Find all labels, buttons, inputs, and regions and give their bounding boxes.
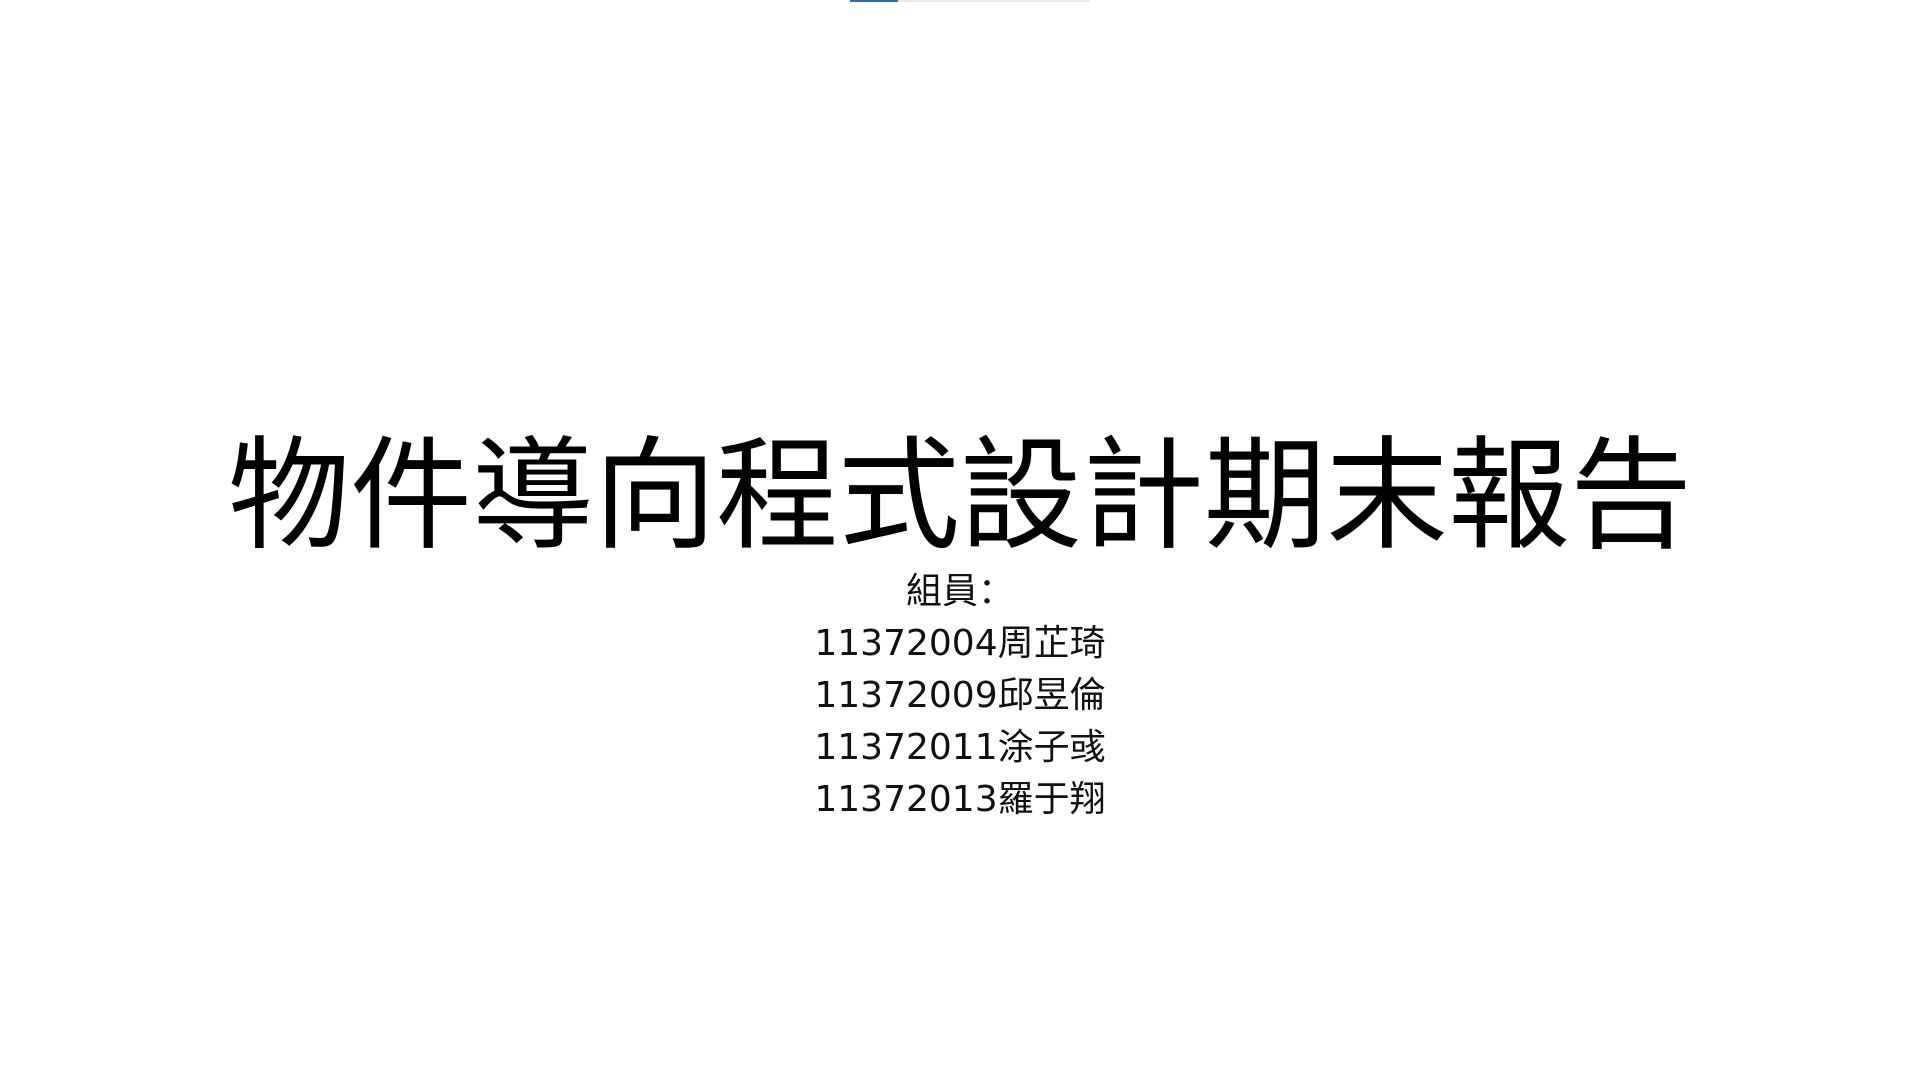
member-line: 11372011涂子彧	[814, 727, 1106, 768]
slide-title: 物件導向程式設計期末報告	[228, 425, 1692, 567]
member-line: 11372004周芷琦	[814, 623, 1106, 664]
members-heading: 組員：	[905, 571, 1014, 612]
member-line: 11372009邱昱倫	[814, 675, 1106, 716]
members-block: 組員： 11372004周芷琦 11372009邱昱倫 11372011涂子彧 …	[0, 566, 1920, 826]
member-line: 11372013羅于翔	[814, 779, 1106, 820]
slide: 物件導向程式設計期末報告 組員： 11372004周芷琦 11372009邱昱倫…	[0, 0, 1920, 1080]
